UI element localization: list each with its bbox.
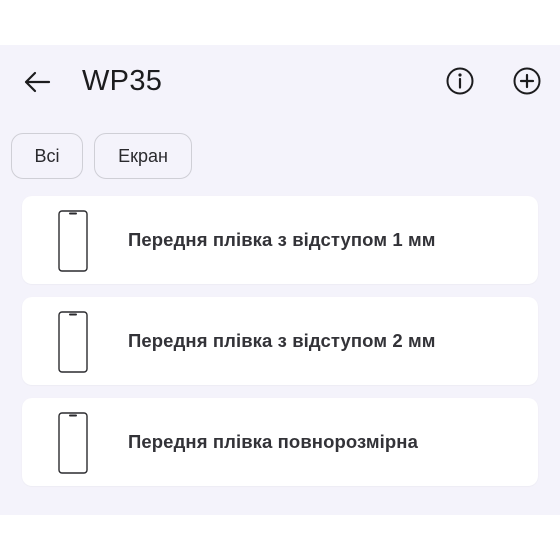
list-item-label: Передня плівка з відступом 1 мм <box>128 229 436 250</box>
page-title: WP35 <box>82 65 163 97</box>
header: WP35 <box>0 45 560 120</box>
info-button[interactable] <box>443 64 477 98</box>
back-button[interactable] <box>20 65 54 99</box>
list-item[interactable]: Передня плівка повнорозмірна <box>22 398 538 486</box>
phone-outline-icon <box>58 412 88 474</box>
filter-chips: Всі Екран <box>11 133 192 181</box>
filter-chip-all[interactable]: Всі <box>11 133 83 179</box>
phone-outline-icon <box>58 210 88 272</box>
add-button[interactable] <box>510 64 544 98</box>
phone-outline-icon <box>58 311 88 373</box>
plus-circle-icon <box>513 67 541 95</box>
app-screen: WP35 Всі Екран Передня плівка з відступо… <box>0 45 560 515</box>
list-item[interactable]: Передня плівка з відступом 2 мм <box>22 297 538 385</box>
list-item-label: Передня плівка з відступом 2 мм <box>128 330 436 351</box>
info-circle-icon <box>446 67 474 95</box>
film-type-list: Передня плівка з відступом 1 мм Передня … <box>22 196 538 499</box>
arrow-left-icon <box>24 71 51 93</box>
list-item[interactable]: Передня плівка з відступом 1 мм <box>22 196 538 284</box>
list-item-label: Передня плівка повнорозмірна <box>128 431 418 452</box>
filter-chip-screen[interactable]: Екран <box>94 133 192 179</box>
